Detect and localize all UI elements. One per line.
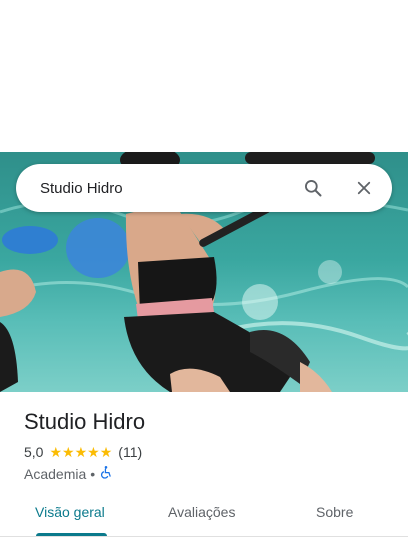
place-tabs: Visão geral Avaliações Sobre bbox=[0, 493, 408, 537]
tab-sobre[interactable]: Sobre bbox=[316, 504, 353, 520]
tab-visao-geral[interactable]: Visão geral bbox=[35, 504, 105, 520]
star-icon: ★ bbox=[49, 444, 63, 460]
wheelchair-icon bbox=[99, 465, 113, 482]
tabs-divider bbox=[0, 536, 408, 537]
rating-row[interactable]: 5,0 ★ ★ ★ ★ ★ (11) bbox=[24, 444, 142, 460]
star-icon: ★ bbox=[62, 444, 75, 460]
review-count[interactable]: (11) bbox=[118, 444, 142, 460]
rating-stars: ★ ★ ★ ★ ★ bbox=[49, 445, 112, 459]
search-icon[interactable] bbox=[301, 176, 325, 200]
rating-value: 5,0 bbox=[24, 444, 44, 460]
star-icon: ★ bbox=[87, 444, 100, 460]
search-bar[interactable]: Studio Hidro bbox=[16, 164, 392, 212]
separator-dot: • bbox=[90, 465, 96, 482]
tab-avaliacoes[interactable]: Avaliações bbox=[168, 504, 235, 520]
place-title: Studio Hidro bbox=[24, 409, 146, 434]
star-icon: ★ bbox=[74, 444, 88, 460]
category-label: Academia bbox=[24, 465, 87, 482]
category-row: Academia • bbox=[24, 465, 113, 482]
star-icon: ★ bbox=[99, 444, 113, 460]
search-query[interactable]: Studio Hidro bbox=[40, 180, 301, 197]
close-icon[interactable] bbox=[352, 176, 376, 200]
